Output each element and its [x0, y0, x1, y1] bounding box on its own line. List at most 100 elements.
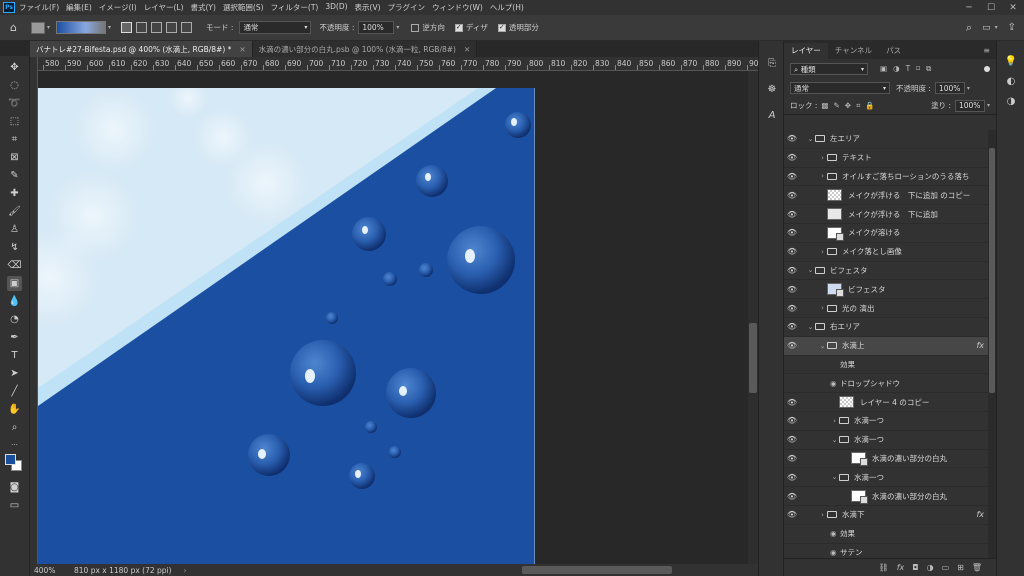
- layer-row[interactable]: 👁 水滴の濃い部分の白丸: [784, 450, 988, 469]
- layer-row[interactable]: ◉ドロップシャドウ: [784, 374, 988, 394]
- layer-row[interactable]: 👁 ⌄ 左エリア: [784, 130, 988, 149]
- history-brush-tool-icon[interactable]: ↯: [7, 240, 22, 255]
- mode-select[interactable]: 通常 ▾: [239, 21, 312, 34]
- layer-row[interactable]: 👁 ⌄ 水滴一つ: [784, 431, 988, 450]
- layer-row[interactable]: 👁 › 水滴下 fx: [784, 506, 988, 525]
- menu-item[interactable]: 選択範囲(S): [223, 2, 264, 13]
- adjustments-icon[interactable]: ◐: [1004, 75, 1018, 89]
- chevron-down-icon[interactable]: ⌄: [830, 473, 839, 481]
- visibility-eye-icon[interactable]: 👁: [784, 454, 800, 463]
- color-wheel-icon[interactable]: ◑: [1004, 95, 1018, 109]
- menu-item[interactable]: ヘルプ(H): [490, 2, 524, 13]
- frame-tool-icon[interactable]: ⊠: [7, 150, 22, 165]
- visibility-eye-icon[interactable]: 👁: [784, 322, 800, 331]
- visibility-eye-icon[interactable]: 👁: [784, 398, 800, 407]
- marquee-tool-icon[interactable]: ◌: [7, 78, 22, 93]
- visibility-eye-icon[interactable]: 👁: [784, 210, 800, 219]
- menu-item[interactable]: ウィンドウ(W): [432, 2, 483, 13]
- tab-channels[interactable]: チャンネル: [828, 43, 879, 59]
- more-tools-icon[interactable]: ···: [7, 438, 22, 453]
- visibility-eye-icon[interactable]: 👁: [784, 473, 800, 482]
- close-icon[interactable]: ✕: [1002, 3, 1024, 13]
- quick-mask-icon[interactable]: ◙: [7, 480, 22, 495]
- visibility-eye-icon[interactable]: 👁: [784, 266, 800, 275]
- layer-row[interactable]: 👁 水滴の濃い部分の白丸: [784, 487, 988, 506]
- layer-row[interactable]: 効果: [784, 356, 988, 375]
- tab-paths[interactable]: パス: [879, 43, 908, 59]
- visibility-eye-icon[interactable]: 👁: [784, 341, 800, 350]
- reflected-gradient-button[interactable]: [166, 22, 178, 33]
- close-tab-icon[interactable]: ✕: [464, 45, 470, 54]
- filter-toggle-icon[interactable]: [984, 66, 990, 72]
- fx-badge-icon[interactable]: fx: [976, 341, 984, 350]
- gradient-tool-icon[interactable]: ▣: [7, 276, 22, 291]
- stamp-tool-icon[interactable]: ♙: [7, 222, 22, 237]
- menu-item[interactable]: 表示(V): [355, 2, 381, 13]
- blend-mode-select[interactable]: 通常 ▾: [790, 82, 890, 94]
- layer-row[interactable]: 👁 レイヤー 4 のコピー: [784, 393, 988, 412]
- blur-tool-icon[interactable]: 💧: [7, 294, 22, 309]
- foreground-color-swatch[interactable]: [5, 454, 16, 465]
- document-canvas[interactable]: [38, 88, 535, 564]
- layer-row[interactable]: 👁 メイクが浮ける 下に追加 のコピー: [784, 186, 988, 206]
- history-panel-icon[interactable]: ⎘: [765, 57, 779, 71]
- canvas-area[interactable]: [38, 71, 758, 564]
- lock-icons[interactable]: ▩✎✥⌗🔒: [821, 101, 879, 111]
- share-icon[interactable]: ⇪: [1008, 22, 1016, 33]
- adjustment-layer-icon[interactable]: ◑: [927, 563, 934, 572]
- angle-gradient-button[interactable]: [151, 22, 163, 33]
- chevron-down-icon[interactable]: ▾: [396, 24, 399, 31]
- visibility-eye-icon[interactable]: 👁: [784, 247, 800, 256]
- visibility-eye-icon[interactable]: 👁: [784, 134, 800, 143]
- layer-row[interactable]: ◉ 効果: [784, 525, 988, 544]
- layer-row[interactable]: 👁 ⌄ ビフェスタ: [784, 262, 988, 281]
- healing-brush-tool-icon[interactable]: ✚: [7, 186, 22, 201]
- layer-row[interactable]: 👁 › 光の 演出: [784, 299, 988, 318]
- path-select-tool-icon[interactable]: ➤: [7, 366, 22, 381]
- filter-type-icons[interactable]: ▣◑T⌑⧉: [880, 64, 937, 74]
- chevron-right-icon[interactable]: ›: [818, 511, 827, 519]
- close-tab-icon[interactable]: ✕: [239, 45, 245, 54]
- visibility-eye-icon[interactable]: 👁: [784, 304, 800, 313]
- visibility-eye-icon[interactable]: 👁: [784, 228, 800, 237]
- chevron-down-icon[interactable]: ⌄: [818, 342, 827, 350]
- type-tool-icon[interactable]: T: [7, 348, 22, 363]
- tab-layers[interactable]: レイヤー: [784, 43, 828, 59]
- link-layers-icon[interactable]: ⛓: [879, 563, 889, 572]
- visibility-eye-icon[interactable]: 👁: [784, 285, 800, 294]
- effect-visibility-icon[interactable]: ◉: [830, 548, 840, 557]
- layer-row[interactable]: 👁 ⌄ 水滴一つ: [784, 468, 988, 488]
- fx-icon[interactable]: fx: [897, 563, 905, 572]
- screen-mode-icon[interactable]: ▭: [7, 498, 22, 513]
- search-icon[interactable]: ⌕: [966, 21, 972, 35]
- visibility-eye-icon[interactable]: 👁: [784, 492, 800, 501]
- chevron-right-icon[interactable]: ›: [818, 154, 827, 162]
- vertical-scrollbar[interactable]: [748, 71, 758, 564]
- scrollbar-thumb[interactable]: [749, 323, 757, 393]
- chevron-right-icon[interactable]: ›: [818, 172, 827, 180]
- visibility-eye-icon[interactable]: 👁: [784, 172, 800, 181]
- menu-item[interactable]: プラグイン: [388, 2, 426, 13]
- maximize-icon[interactable]: ☐: [980, 3, 1002, 13]
- hand-tool-icon[interactable]: ✋: [7, 402, 22, 417]
- move-tool-icon[interactable]: ✥: [7, 60, 22, 75]
- layer-row[interactable]: 👁 › 水滴一つ: [784, 412, 988, 431]
- layer-row[interactable]: 👁 メイクが浮ける 下に追加: [784, 205, 988, 224]
- panel-menu-icon[interactable]: ≡: [983, 43, 990, 59]
- line-tool-icon[interactable]: ╱: [7, 384, 22, 399]
- fx-badge-icon[interactable]: fx: [976, 510, 984, 519]
- reverse-checkbox[interactable]: [411, 24, 420, 32]
- dodge-tool-icon[interactable]: ◔: [7, 312, 22, 327]
- home-icon[interactable]: ⌂: [10, 21, 17, 34]
- transparency-option[interactable]: 透明部分: [497, 22, 539, 33]
- layer-row[interactable]: 👁 メイクが溶ける: [784, 224, 988, 243]
- menu-item[interactable]: 3D(D): [325, 2, 347, 13]
- chevron-down-icon[interactable]: ⌄: [830, 436, 839, 444]
- radial-gradient-button[interactable]: [136, 22, 148, 33]
- chevron-down-icon[interactable]: ▾: [967, 85, 970, 92]
- crop-tool-icon[interactable]: ⌗: [7, 132, 22, 147]
- eraser-tool-icon[interactable]: ⌫: [7, 258, 22, 273]
- chevron-right-icon[interactable]: ›: [830, 417, 839, 425]
- new-layer-icon[interactable]: ⊞: [957, 563, 964, 572]
- gradient-tool-preset-icon[interactable]: [30, 21, 45, 34]
